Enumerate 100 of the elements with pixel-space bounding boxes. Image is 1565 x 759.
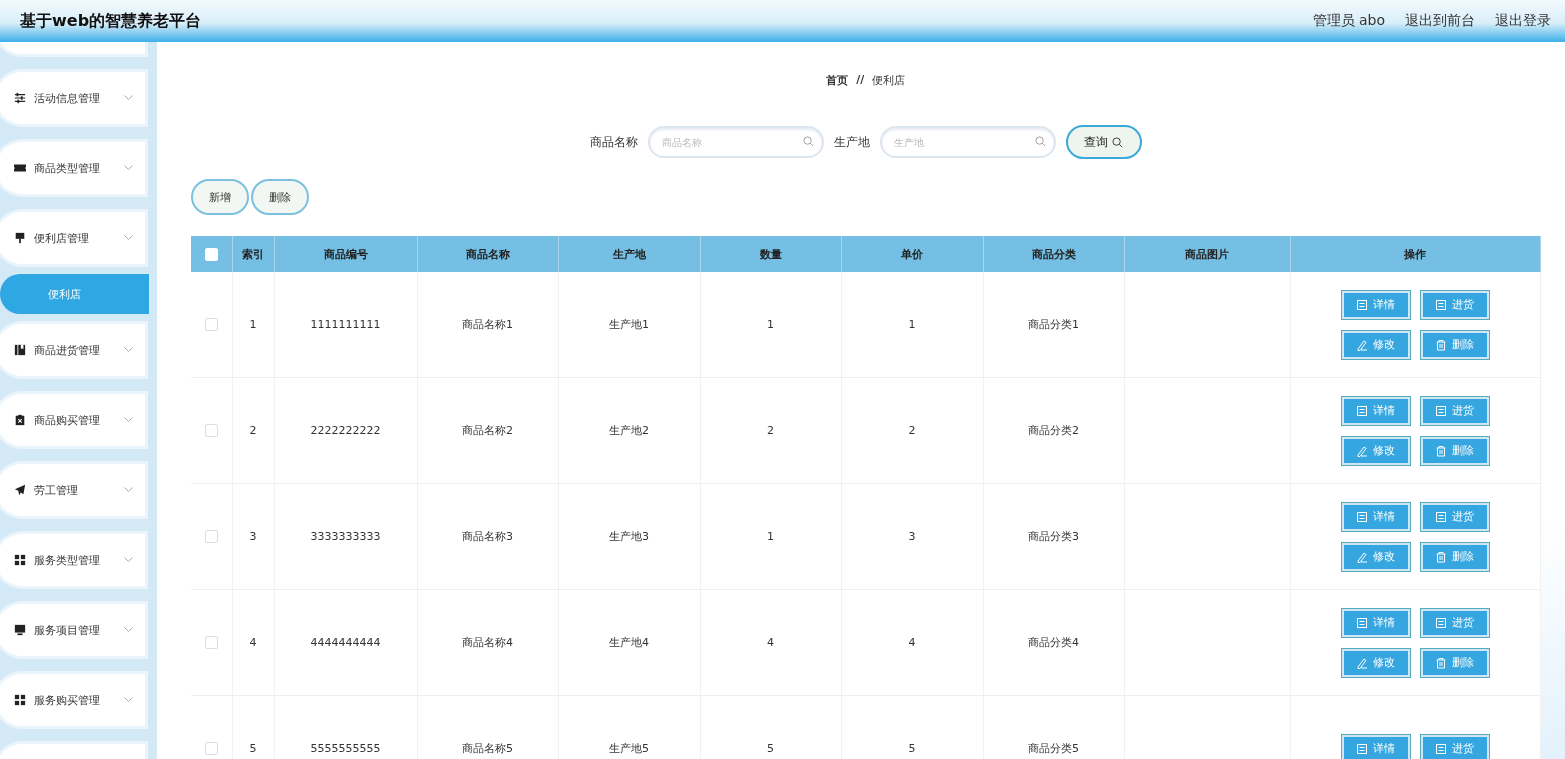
delete-button[interactable]: 删除 [1420,542,1489,571]
stock-button[interactable]: 进货 [1420,290,1489,319]
column-header: 生产地 [612,247,646,261]
document-icon [1435,616,1447,629]
book-icon [14,344,26,356]
table-cell: 2 [767,424,774,437]
column-header: 商品分类 [1031,247,1076,261]
row-checkbox[interactable] [204,530,218,544]
stock-button[interactable]: 进货 [1420,396,1489,425]
menu-item[interactable]: 便利店管理 [0,212,145,264]
search-field[interactable]: 生产地 [879,126,1056,158]
chevron-down-icon [124,417,133,423]
table-cell: 生产地5 [609,742,649,755]
app-title: 基于web的智慧养老平台 [20,10,202,32]
ticket-icon [14,162,26,174]
add-button[interactable]: 新增 [191,179,249,215]
column-header: 商品编号 [323,247,368,261]
document-icon [1356,742,1368,755]
breadcrumb-item[interactable]: 首页 [826,73,849,88]
document-icon [1435,404,1447,417]
delete-button[interactable]: 删除 [1420,330,1489,359]
delete-button[interactable]: 删除 [251,179,309,215]
row-checkbox[interactable] [204,318,218,332]
breadcrumb-separator: // [856,73,865,88]
table-cell: 商品名称4 [462,636,513,649]
table-cell: 3333333333 [310,530,381,543]
table-cell: 2222222222 [310,424,381,437]
trash-icon [1435,338,1447,351]
row-checkbox[interactable] [204,742,218,756]
header-link[interactable]: 退出到前台 [1405,12,1475,30]
table-cell: 1 [249,318,257,331]
detail-button[interactable]: 详情 [1341,608,1410,637]
column-header: 数量 [759,247,782,261]
pen-icon [1356,656,1368,669]
delete-button[interactable]: 删除 [1420,436,1489,465]
table-cell: 生产地1 [609,318,649,331]
detail-button[interactable]: 详情 [1341,290,1410,319]
edit-button[interactable]: 修改 [1341,436,1410,465]
delete-button[interactable]: 删除 [1420,648,1489,677]
detail-button[interactable]: 详情 [1341,734,1410,759]
table-cell: 4444444444 [310,636,381,649]
table-cell: 5555555555 [310,742,381,755]
sliders-icon [14,92,26,104]
clipboard-icon [14,414,26,426]
document-icon [1435,742,1447,755]
menu-item[interactable]: 商品类型管理 [0,142,145,194]
table-cell: 3 [249,530,257,543]
document-icon [1435,510,1447,523]
menu-item[interactable]: 商品购买管理 [0,394,145,446]
table-cell: 商品分类4 [1028,636,1079,649]
detail-button[interactable]: 详情 [1341,396,1410,425]
header-link[interactable]: 退出登录 [1495,12,1551,30]
stock-button[interactable]: 进货 [1420,734,1489,759]
chevron-down-icon [124,347,133,353]
table-cell: 2 [908,424,916,437]
menu-item[interactable]: 服务购买管理 [0,674,145,726]
chevron-down-icon [124,627,133,633]
menu-item[interactable]: 劳工管理 [0,464,145,516]
pen-icon [1356,338,1368,351]
detail-button[interactable]: 详情 [1341,502,1410,531]
grid-icon [14,694,26,706]
table-cell: 2 [249,424,257,437]
table-cell: 商品名称2 [462,424,513,437]
edit-button[interactable]: 修改 [1341,648,1410,677]
menu-item[interactable]: 服务类型管理 [0,534,145,586]
column-header: 商品图片 [1185,247,1229,261]
table-cell: 1 [767,318,774,331]
field-label: 生产地 [833,133,870,151]
search-icon [802,136,814,147]
search-icon [1112,136,1124,148]
edit-button[interactable]: 修改 [1341,330,1410,359]
table-cell: 5 [767,742,774,755]
table-cell: 3 [908,530,916,543]
search-button[interactable]: 查询 [1065,125,1142,159]
select-all-checkbox[interactable] [204,247,218,261]
chevron-down-icon [124,165,133,171]
submenu-item[interactable]: 便利店 [0,274,149,314]
row-checkbox[interactable] [204,424,218,438]
table-cell: 4 [249,636,257,649]
stock-button[interactable]: 进货 [1420,502,1489,531]
field-label: 商品名称 [589,133,638,151]
row-checkbox[interactable] [204,636,218,650]
menu-item[interactable]: 商品进货管理 [0,324,145,376]
table-cell: 1 [908,318,916,331]
table-cell: 5 [249,742,257,755]
monitor-icon [14,624,26,636]
document-icon [1356,404,1368,417]
edit-button[interactable]: 修改 [1341,542,1410,571]
menu-item[interactable]: 服务项目管理 [0,604,145,656]
table-cell: 商品分类1 [1028,318,1079,331]
column-header: 商品名称 [465,247,510,261]
table-cell: 生产地3 [609,530,649,543]
menu-item[interactable]: 活动信息管理 [0,72,145,124]
table-cell: 4 [767,636,774,649]
table-cell: 生产地2 [609,424,649,437]
table-cell: 1111111111 [310,318,381,331]
pen-icon [1356,550,1368,563]
pen-icon [1356,444,1368,457]
table-cell: 商品分类5 [1028,742,1079,755]
stock-button[interactable]: 进货 [1420,608,1489,637]
